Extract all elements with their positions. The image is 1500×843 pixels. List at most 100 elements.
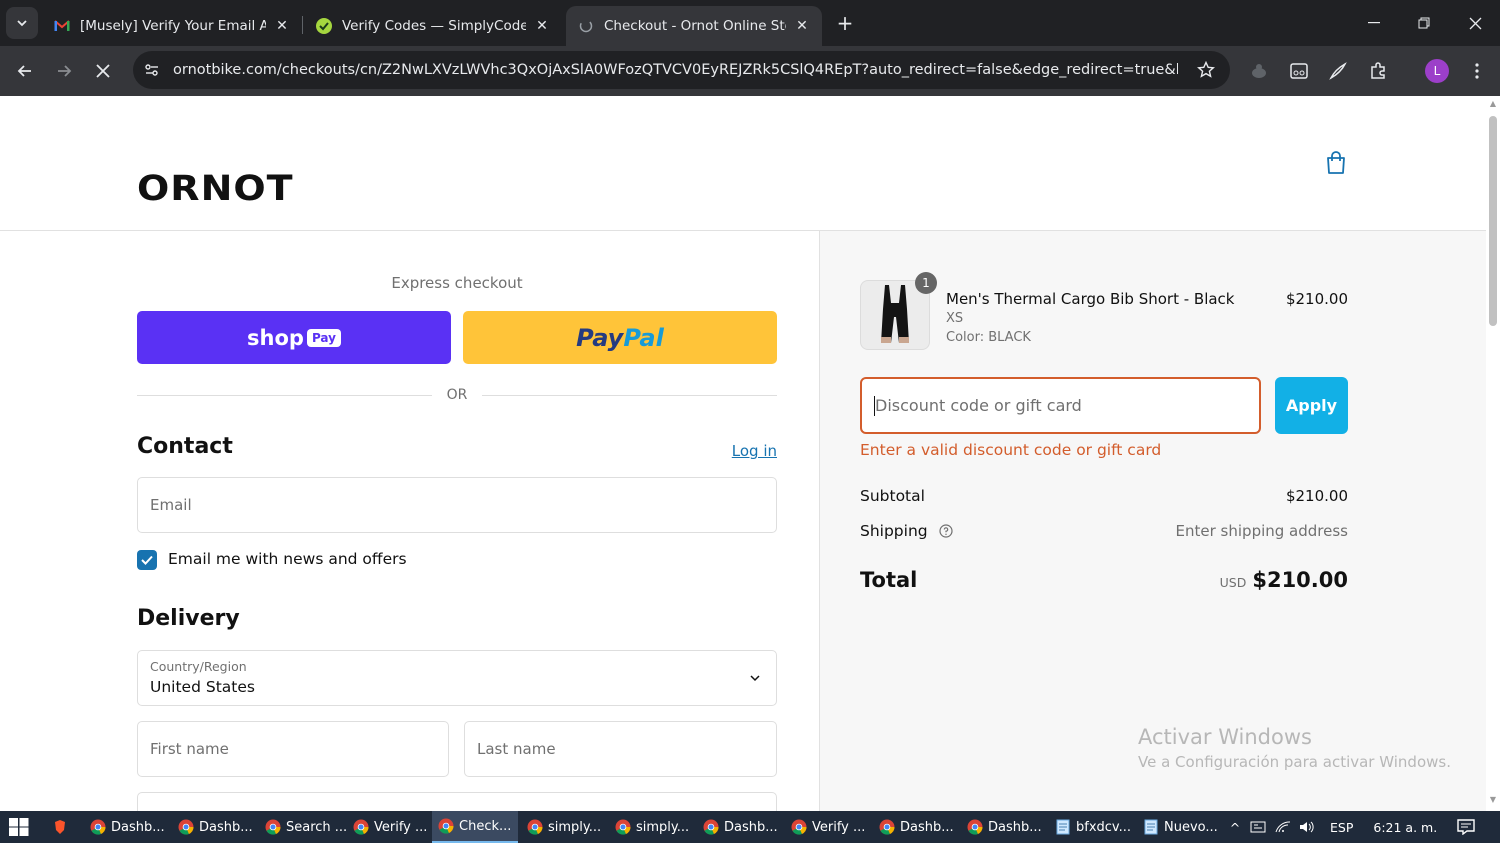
taskbar-item[interactable]: Verify ...	[785, 811, 871, 843]
notifications-button[interactable]	[1454, 811, 1478, 843]
last-name-field[interactable]: Last name	[464, 721, 777, 777]
url-text: ornotbike.com/checkouts/cn/Z2NwLXVzLWVhc…	[173, 62, 1178, 78]
scroll-down-icon[interactable]: ▼	[1489, 796, 1497, 804]
kebab-menu-icon[interactable]	[1465, 59, 1489, 83]
taskbar-item[interactable]: Dashb...	[84, 811, 170, 843]
address-field[interactable]	[137, 792, 777, 811]
system-tray: ^ ESP 6:21 a. m.	[1226, 811, 1437, 843]
minimize-button[interactable]	[1354, 8, 1394, 38]
extension-icon[interactable]	[1247, 59, 1271, 83]
language-indicator[interactable]: ESP	[1330, 820, 1353, 835]
bookmark-star-icon[interactable]	[1196, 60, 1216, 80]
wifi-icon[interactable]	[1274, 820, 1292, 834]
tab-title: Verify Codes — SimplyCodes	[342, 18, 526, 34]
checkmark-icon	[141, 555, 153, 565]
notepad-icon	[1056, 819, 1070, 835]
new-tab-button[interactable]: +	[832, 10, 858, 36]
discount-error-message: Enter a valid discount code or gift card	[860, 441, 1162, 459]
scroll-thumb[interactable]	[1489, 116, 1497, 326]
taskbar-item-label: Dashb...	[900, 819, 954, 835]
product-thumbnail: 1	[860, 272, 937, 350]
email-field[interactable]: Email	[137, 477, 777, 533]
first-name-placeholder: First name	[150, 740, 229, 758]
taskbar-item-label: Nuevo...	[1164, 819, 1218, 835]
taskbar-item-label: Dashb...	[724, 819, 778, 835]
express-checkout-label: Express checkout	[391, 274, 523, 292]
windows-taskbar: Dashb... Dashb... Search ... Verify ... Chec…	[0, 811, 1500, 843]
taskbar-item-label: Search ...	[286, 819, 348, 835]
windows-start-icon[interactable]	[8, 817, 30, 837]
tab-search-button[interactable]	[6, 7, 38, 39]
total-value: $210.00	[1252, 568, 1348, 592]
taskbar-item[interactable]: Dashb...	[172, 811, 258, 843]
text-caret	[874, 396, 875, 416]
taskbar-item[interactable]: Search ...	[259, 811, 348, 843]
profile-avatar[interactable]: L	[1425, 59, 1449, 83]
volume-icon[interactable]	[1298, 820, 1316, 834]
address-bar[interactable]: ornotbike.com/checkouts/cn/Z2NwLXVzLWVhc…	[133, 51, 1230, 89]
apply-discount-button[interactable]: Apply	[1275, 377, 1348, 434]
close-icon[interactable]: ✕	[274, 18, 290, 34]
close-icon[interactable]: ✕	[794, 18, 810, 34]
extension-pen-icon[interactable]	[1326, 59, 1350, 83]
help-circle-icon[interactable]	[938, 524, 953, 538]
forward-button[interactable]	[48, 55, 80, 87]
newsletter-checkbox[interactable]	[137, 550, 157, 570]
taskbar-item[interactable]: Dashb...	[873, 811, 959, 843]
login-link[interactable]: Log in	[700, 442, 777, 460]
taskbar-item[interactable]: Dashb...	[697, 811, 783, 843]
close-icon	[1469, 17, 1481, 29]
paypal-button[interactable]: Pay Pal	[463, 311, 777, 364]
chevron-up-icon[interactable]: ^	[1226, 820, 1244, 835]
taskbar-item[interactable]: bfxdcv...	[1049, 811, 1135, 843]
country-value: United States	[150, 678, 255, 696]
first-name-field[interactable]: First name	[137, 721, 449, 777]
chrome-icon	[703, 819, 719, 835]
scroll-up-icon[interactable]: ▲	[1489, 100, 1497, 108]
back-button[interactable]	[9, 55, 41, 87]
reading-mode-icon[interactable]	[1287, 59, 1311, 83]
shipping-label: Shipping	[860, 522, 928, 540]
close-window-button[interactable]	[1455, 8, 1495, 38]
taskbar-item[interactable]: simply...	[609, 811, 695, 843]
tab-checkout[interactable]: Checkout - Ornot Online Store ✕	[566, 6, 822, 46]
taskbar-item[interactable]: simply...	[521, 811, 607, 843]
chrome-icon	[438, 818, 454, 834]
clock[interactable]: 6:21 a. m.	[1373, 820, 1437, 835]
shop-pay-badge: Pay	[306, 328, 341, 347]
taskbar-item[interactable]: Verify ...	[347, 811, 429, 843]
chrome-icon	[265, 819, 281, 835]
close-icon[interactable]: ✕	[534, 18, 550, 34]
minimize-icon	[1368, 22, 1380, 24]
extensions-puzzle-icon[interactable]	[1366, 59, 1390, 83]
store-logo[interactable]: ORNOT	[137, 168, 294, 208]
taskbar-item-label: Verify ...	[812, 819, 866, 835]
browser-toolbar: ornotbike.com/checkouts/cn/Z2NwLXVzLWVhc…	[0, 46, 1500, 96]
arrow-right-icon	[58, 65, 72, 77]
gmail-icon	[54, 18, 70, 34]
tab-musely[interactable]: [Musely] Verify Your Email Addr ✕	[42, 6, 302, 46]
product-name: Men's Thermal Cargo Bib Short - Black	[946, 290, 1235, 308]
product-variant: XS	[946, 311, 964, 326]
tab-separator	[302, 16, 303, 34]
restore-button[interactable]	[1404, 8, 1444, 38]
country-select[interactable]: Country/Region United States	[137, 650, 777, 706]
site-settings-icon[interactable]	[141, 59, 163, 81]
tab-simplycodes[interactable]: Verify Codes — SimplyCodes ✕	[304, 6, 562, 46]
discount-code-input[interactable]: Discount code or gift card	[860, 377, 1261, 434]
country-label: Country/Region	[150, 659, 247, 674]
newsletter-label[interactable]: Email me with news and offers	[168, 550, 407, 568]
taskbar-item[interactable]: Check...	[432, 811, 518, 843]
taskbar-item-label: Verify ...	[374, 819, 428, 835]
total-value-row: USD $210.00	[1100, 568, 1348, 592]
shopping-bag-icon[interactable]	[1325, 151, 1347, 175]
windows-activation-title: Activar Windows	[1138, 725, 1312, 749]
subtotal-label: Subtotal	[860, 487, 925, 505]
shop-pay-button[interactable]: shop Pay	[137, 311, 451, 364]
taskbar-brave[interactable]	[46, 811, 76, 843]
taskbar-item[interactable]: Dashb...	[961, 811, 1047, 843]
ime-icon[interactable]	[1250, 820, 1268, 834]
taskbar-item[interactable]: Nuevo...	[1137, 811, 1223, 843]
stop-loading-button[interactable]	[87, 55, 119, 87]
page-scrollbar[interactable]: ▲ ▼	[1486, 96, 1500, 811]
